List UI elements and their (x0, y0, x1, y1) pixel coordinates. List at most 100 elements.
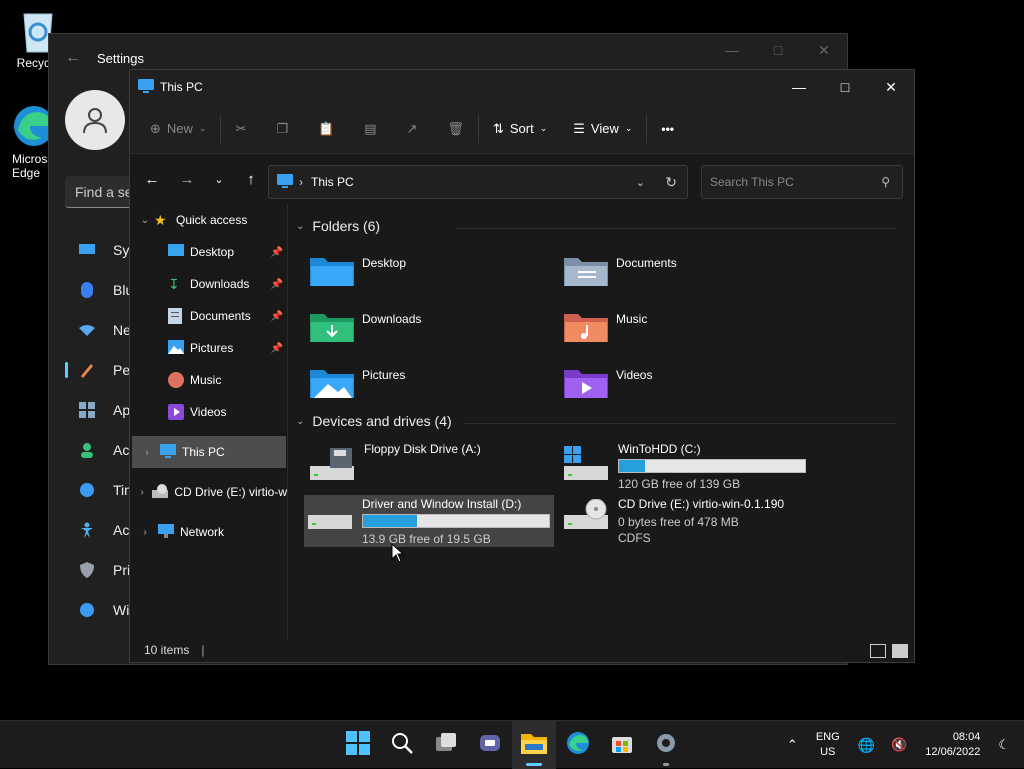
sidebar-item-downloads[interactable]: ↧ Downloads 📌 (130, 268, 287, 300)
drive-filesystem: CDFS (618, 531, 651, 545)
chevron-right-icon[interactable]: › (138, 447, 156, 458)
back-arrow-icon[interactable]: ← (136, 163, 168, 195)
paste-button[interactable]: 📋 (310, 113, 342, 145)
settings-button[interactable] (644, 721, 688, 769)
maximize-icon[interactable]: □ (755, 34, 801, 66)
sidebar-item-videos[interactable]: Videos (130, 396, 287, 428)
drive-c[interactable]: WinToHDD (C:) 120 GB free of 139 GB (560, 440, 810, 492)
drive-d[interactable]: Driver and Window Install (D:) 13.9 GB f… (304, 495, 554, 547)
sidebar-item-desktop[interactable]: Desktop 📌 (130, 236, 287, 268)
video-icon (168, 404, 184, 420)
new-label: New (166, 121, 193, 136)
store-button[interactable] (600, 721, 644, 769)
folder-desktop[interactable]: Desktop (310, 252, 406, 296)
sidebar-item-network[interactable]: › Network (130, 516, 287, 548)
details-view-icon[interactable] (870, 644, 886, 658)
start-button[interactable] (336, 721, 380, 769)
search-button[interactable] (380, 721, 424, 769)
up-arrow-icon[interactable]: ↑ (235, 163, 267, 195)
chevron-down-icon: ⌄ (624, 123, 633, 133)
drive-name: Driver and Window Install (D:) (362, 497, 522, 511)
chevron-right-icon[interactable]: › (136, 487, 148, 498)
clock[interactable]: 08:04 12/06/2022 (915, 730, 990, 760)
task-view-button[interactable] (424, 721, 468, 769)
folders-section-header[interactable]: ⌄ Folders (6) (296, 218, 896, 234)
person-icon (77, 440, 97, 460)
recent-locations-chevron-icon[interactable]: ⌄ (203, 163, 235, 195)
sidebar-item-quick-access[interactable]: ⌄ ★ Quick access (130, 204, 287, 236)
close-icon[interactable]: ✕ (868, 70, 914, 104)
file-explorer-button[interactable] (512, 721, 556, 769)
breadcrumb[interactable]: This PC (311, 175, 354, 189)
rename-button[interactable]: ▤ (356, 113, 384, 145)
folder-pictures[interactable]: Pictures (310, 364, 405, 408)
chevron-down-icon: ⌄ (539, 123, 548, 133)
folder-label: Desktop (362, 256, 407, 270)
delete-button[interactable]: 🗑 (439, 113, 472, 145)
network-globe-icon[interactable]: 🌐 (850, 737, 883, 754)
share-icon: ↗ (406, 120, 418, 136)
section-title: Devices and drives (4) (312, 413, 452, 429)
taskbar-apps (336, 721, 688, 769)
minimize-icon[interactable]: — (709, 34, 755, 66)
drive-e[interactable]: CD Drive (E:) virtio-win-0.1.190 0 bytes… (560, 495, 788, 547)
navigation-pane: ⌄ ★ Quick access Desktop 📌 ↧ Downloads 📌… (130, 204, 288, 640)
volume-muted-icon[interactable]: 🔇 (883, 737, 915, 753)
minimize-icon[interactable]: — (776, 70, 822, 104)
network-icon (158, 524, 174, 540)
folder-videos[interactable]: Videos (564, 364, 652, 408)
drives-section-header[interactable]: ⌄ Devices and drives (4) (296, 413, 896, 429)
teams-chat-icon (478, 731, 502, 760)
folder-documents[interactable]: Documents (564, 252, 677, 296)
focus-moon-icon[interactable]: ☾ (990, 737, 1024, 753)
sort-button[interactable]: ⇅ Sort ⌄ (485, 113, 555, 145)
edge-button[interactable] (556, 721, 600, 769)
refresh-icon[interactable]: ↻ (665, 174, 677, 191)
sidebar-item-pictures[interactable]: Pictures 📌 (130, 332, 287, 364)
sidebar-item-documents[interactable]: Documents 📌 (130, 300, 287, 332)
avatar[interactable] (65, 90, 125, 150)
more-options-button[interactable]: ••• (653, 113, 682, 145)
folder-desktop-icon (310, 252, 354, 288)
share-button[interactable]: ↗ (399, 113, 426, 145)
chevron-down-icon[interactable]: ⌄ (136, 215, 154, 226)
show-hidden-icons-chevron-icon[interactable]: ⌃ (779, 737, 806, 753)
brush-icon (77, 360, 97, 380)
address-bar[interactable]: › This PC ⌄ ↻ (268, 165, 688, 199)
sidebar-item-music[interactable]: Music (130, 364, 287, 396)
scissors-icon: ✂ (235, 120, 247, 136)
search-input[interactable]: Search This PC ⚲ (701, 165, 903, 199)
rename-icon: ▤ (364, 120, 377, 136)
sidebar-item-this-pc[interactable]: › This PC (132, 436, 286, 468)
music-icon (168, 372, 184, 388)
new-button[interactable]: ⊕ New ⌄ (142, 113, 214, 145)
folder-music[interactable]: Music (564, 308, 647, 352)
download-icon: ↧ (168, 276, 180, 292)
lang-label: ENG (815, 731, 840, 743)
folder-documents-icon (564, 252, 608, 288)
chat-button[interactable] (468, 721, 512, 769)
search-icon: ⚲ (881, 175, 890, 189)
close-icon[interactable]: ✕ (801, 34, 847, 66)
sidebar-item-cd-drive[interactable]: › CD Drive (E:) virtio-w (130, 476, 287, 508)
drive-free-space: 120 GB free of 139 GB (618, 477, 741, 491)
chevron-right-icon[interactable]: › (136, 527, 154, 538)
forward-arrow-icon[interactable]: → (171, 163, 203, 195)
cut-button[interactable]: ✂ (227, 113, 254, 145)
drive-floppy[interactable]: Floppy Disk Drive (A:) (306, 440, 485, 492)
copy-button[interactable]: ❐ (268, 113, 296, 145)
folder-downloads[interactable]: Downloads (310, 308, 421, 352)
pin-icon: 📌 (270, 310, 283, 322)
maximize-icon[interactable]: □ (822, 70, 868, 104)
pin-icon: 📌 (270, 246, 283, 258)
address-dropdown-icon[interactable]: ⌄ (636, 176, 645, 189)
update-icon (77, 600, 97, 620)
cd-drive-icon (564, 498, 610, 539)
sidebar-label: Downloads (190, 277, 250, 291)
pin-icon: 📌 (270, 342, 283, 354)
view-button[interactable]: ☰ View ⌄ (565, 113, 640, 145)
large-icons-view-icon[interactable] (892, 644, 908, 658)
back-arrow-icon[interactable]: ← (49, 49, 97, 67)
folder-videos-icon (564, 364, 608, 400)
input-language[interactable]: ENG US (806, 730, 850, 760)
